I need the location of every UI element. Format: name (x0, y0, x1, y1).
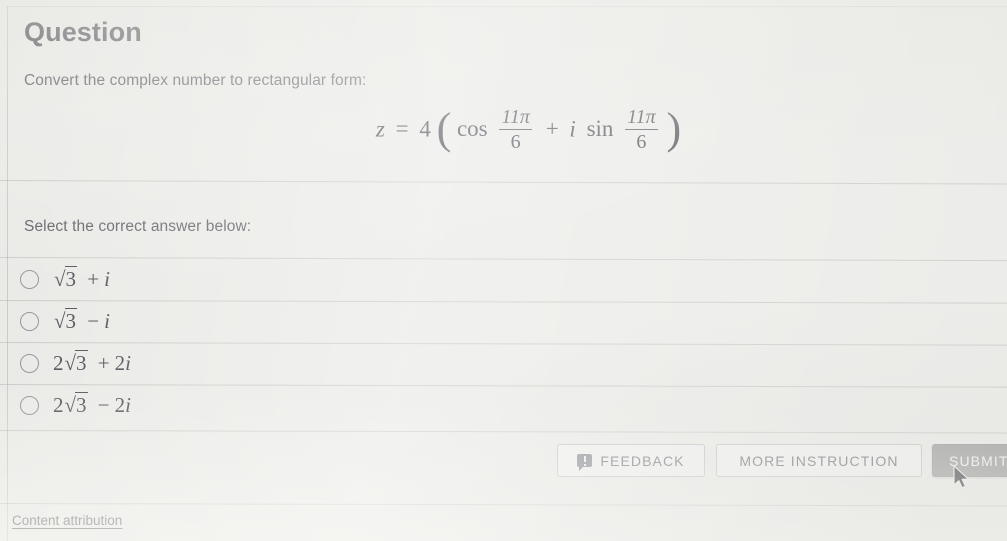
radio-button-c[interactable] (20, 353, 39, 373)
option-d-radicand: 3 (75, 392, 88, 417)
page-title: Question (24, 17, 142, 47)
formula-cos-fraction-bar (499, 129, 532, 131)
answer-option-b-label: √3 − i (53, 308, 110, 334)
formula-container: z = 4 ( cos 11π 6 + i sin 11π 6 ) (0, 104, 1007, 154)
answer-option-d[interactable]: 2√3 −2i (0, 384, 1007, 426)
radio-button-a[interactable] (20, 269, 39, 289)
answer-option-a[interactable]: √3 + i (0, 258, 1007, 300)
more-instruction-button-label: MORE INSTRUCTION (739, 452, 899, 469)
answer-options-list: √3 + i √3 − i 2√3 +2i 2√3 −2i (0, 258, 1007, 426)
option-b-radicand: 3 (64, 308, 78, 333)
option-a-radicand: 3 (64, 266, 78, 291)
submit-button-label: SUBMIT (949, 452, 1007, 469)
formula-coefficient: 4 (419, 116, 431, 142)
option-c-sqrt: √3 (64, 350, 88, 375)
formula-sin-fraction-bar (625, 129, 658, 131)
content-attribution-link[interactable]: Content attribution (12, 513, 122, 528)
answer-option-d-label: 2√3 −2i (53, 392, 131, 418)
formula-cos-label: cos (456, 116, 488, 142)
option-c-operator: + (97, 351, 110, 375)
option-a-imaginary-unit: i (104, 267, 110, 291)
speech-bubble-alert-icon (577, 454, 593, 471)
option-d-imaginary-unit: i (125, 393, 131, 417)
radio-button-d[interactable] (20, 395, 39, 415)
feedback-button-label: FEEDBACK (600, 452, 685, 469)
option-c-imaginary-coefficient: 2 (114, 351, 126, 375)
formula-cos-numerator: 11π (501, 106, 530, 128)
option-c-imaginary-unit: i (125, 351, 131, 375)
answer-option-c-label: 2√3 +2i (53, 350, 131, 376)
option-c-coefficient: 2 (53, 351, 64, 375)
more-instruction-button[interactable]: MORE INSTRUCTION (716, 444, 922, 477)
action-bar: FEEDBACK MORE INSTRUCTION SUBMIT (0, 431, 1007, 503)
answer-option-b[interactable]: √3 − i (0, 300, 1007, 342)
formula-sin-numerator: 11π (627, 106, 656, 128)
option-d-sqrt: √3 (64, 392, 88, 417)
option-b-operator: − (87, 309, 100, 333)
radio-button-b[interactable] (20, 311, 39, 331)
formula-sin-denominator: 6 (636, 131, 647, 154)
answer-option-a-label: √3 + i (53, 266, 110, 292)
feedback-button[interactable]: FEEDBACK (557, 444, 705, 477)
option-b-sqrt: √3 (54, 308, 78, 333)
formula-cos-fraction: 11π 6 (499, 107, 532, 153)
submit-button[interactable]: SUBMIT (932, 444, 1007, 477)
option-d-coefficient: 2 (53, 393, 64, 417)
formula-variable-z: z (375, 116, 385, 142)
option-b-imaginary-unit: i (104, 309, 110, 333)
formula-sin-fraction: 11π 6 (625, 107, 658, 153)
divider-actions-bottom (0, 503, 1007, 507)
formula-sin-label: sin (586, 116, 614, 142)
formula-plus: + (545, 116, 559, 142)
option-a-operator: + (87, 267, 100, 291)
formula-equals: = (395, 116, 409, 142)
option-d-operator: − (97, 393, 110, 417)
option-a-sqrt: √3 (54, 266, 78, 291)
formula-cos-denominator: 6 (510, 131, 521, 154)
option-c-radicand: 3 (75, 350, 88, 375)
answer-option-c[interactable]: 2√3 +2i (0, 342, 1007, 384)
panel-top-edge (7, 6, 1007, 7)
complex-number-formula: z = 4 ( cos 11π 6 + i sin 11π 6 ) (375, 104, 682, 154)
select-answer-label: Select the correct answer below: (24, 218, 252, 235)
question-screen: Question Convert the complex number to r… (0, 0, 1007, 541)
option-d-imaginary-coefficient: 2 (114, 393, 126, 417)
question-prompt: Convert the complex number to rectangula… (24, 72, 367, 89)
divider-question (0, 180, 1007, 185)
formula-imaginary-unit: i (569, 116, 576, 142)
